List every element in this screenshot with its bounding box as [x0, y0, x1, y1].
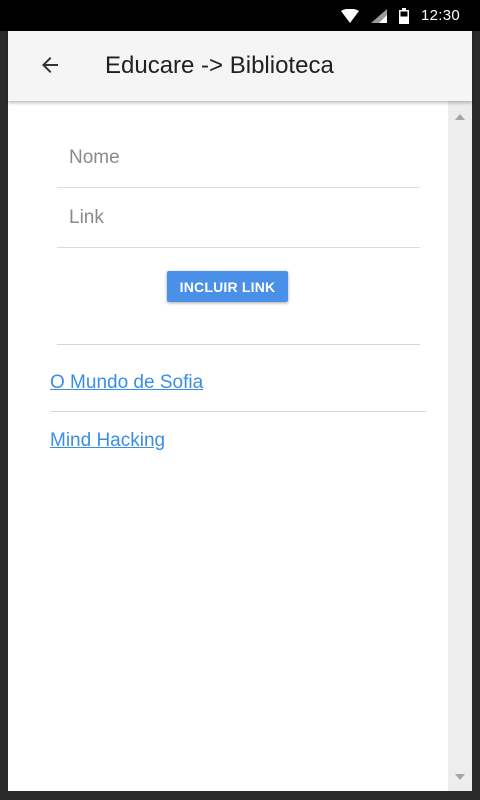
nome-input[interactable] — [69, 143, 409, 173]
link-o-mundo-de-sofia[interactable]: O Mundo de Sofia — [50, 372, 203, 394]
list-item: Mind Hacking — [50, 412, 426, 469]
link-input[interactable] — [69, 203, 409, 233]
page-title: Educare -> Biblioteca — [105, 52, 334, 79]
app-bar: Educare -> Biblioteca — [8, 31, 472, 101]
wifi-icon — [340, 8, 359, 23]
device-bottom-edge — [0, 791, 480, 800]
battery-icon — [398, 7, 409, 24]
scrollbar[interactable] — [448, 101, 472, 791]
link-mind-hacking[interactable]: Mind Hacking — [50, 430, 165, 452]
content-area: INCLUIR LINK O Mundo de Sofia Mind Hacki… — [8, 101, 448, 791]
signal-icon — [370, 8, 387, 23]
app-screen: Educare -> Biblioteca INCLUIR LINK O Mun… — [8, 31, 472, 791]
scroll-down-arrow-icon[interactable] — [448, 767, 472, 787]
back-button[interactable] — [34, 51, 66, 83]
include-link-button[interactable]: INCLUIR LINK — [167, 271, 288, 302]
link-field — [57, 189, 420, 248]
device-frame: 12:30 Educare -> Biblioteca INCLUIR LINK — [0, 0, 480, 800]
nome-field — [57, 129, 420, 188]
status-icons: 12:30 — [340, 0, 460, 31]
link-list: O Mundo de Sofia Mind Hacking — [50, 354, 426, 469]
list-item: O Mundo de Sofia — [50, 354, 426, 412]
arrow-back-icon — [38, 53, 62, 82]
status-bar: 12:30 — [0, 0, 480, 31]
status-time: 12:30 — [420, 7, 460, 24]
scroll-up-arrow-icon[interactable] — [448, 107, 472, 127]
divider — [57, 344, 420, 345]
